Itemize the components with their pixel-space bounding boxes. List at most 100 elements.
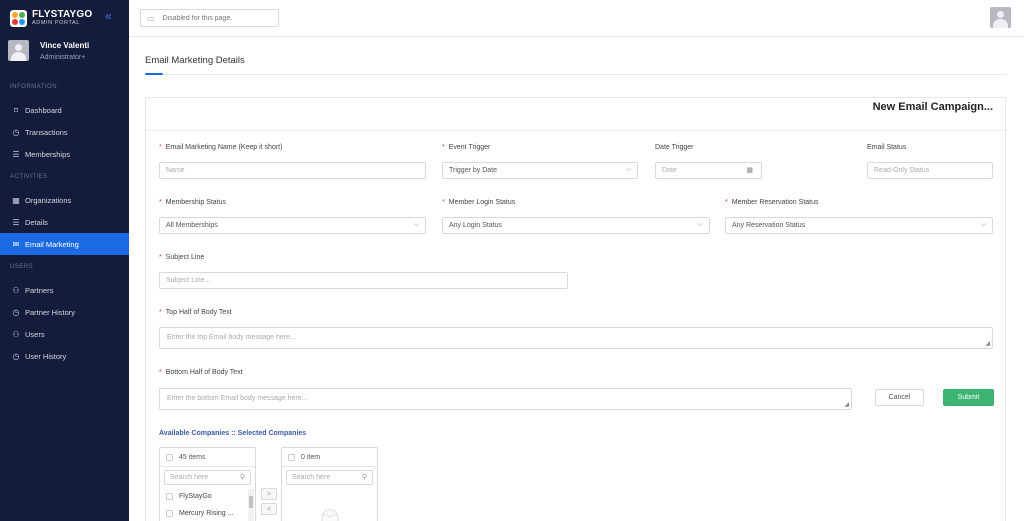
brand-title: FLYSTAYGO — [32, 9, 93, 21]
resize-grip-icon: ◢ — [985, 341, 990, 347]
membership-status-label: * Membership Status — [159, 199, 227, 206]
sidebar-item-partner-history[interactable]: ◷ Partner History — [0, 301, 129, 323]
sidebar-item-organizations[interactable]: ▦ Organizations — [0, 189, 129, 211]
sidebar-item-label: Transactions — [25, 127, 68, 137]
transfer-header: 45 items — [160, 448, 255, 467]
top-search[interactable]: ▭ — [140, 9, 279, 27]
available-companies-panel: 45 items Search here ⚲ FlyStayGo Mercury … — [159, 447, 256, 521]
sidebar-item-label: Organizations — [25, 195, 72, 205]
sidebar-item-partners[interactable]: ⚇ Partners — [0, 279, 129, 301]
chevron-down-icon: ⌵ — [980, 221, 986, 228]
collapse-sidebar-icon[interactable]: « — [105, 9, 112, 23]
sidebar-item-memberships[interactable]: ☰ Memberships — [0, 143, 129, 165]
login-status-label: * Member Login Status — [442, 199, 516, 206]
membership-status-select[interactable]: All Memberships ⌵ — [159, 217, 426, 234]
top-search-input[interactable] — [162, 14, 263, 22]
cancel-button[interactable]: Cancel — [875, 389, 924, 406]
subject-input[interactable]: Subject Line... — [159, 272, 568, 289]
email-status-label: Email Status — [867, 144, 907, 151]
search-icon: ⚲ — [239, 474, 245, 481]
section-label-activities: ACTIVITIES — [10, 174, 48, 180]
reservation-status-label: * Member Reservation Status — [725, 199, 819, 206]
reservation-status-select[interactable]: Any Reservation Status ⌵ — [725, 217, 993, 234]
bookmark-icon: ⌑ — [13, 105, 19, 115]
building-icon: ▦ — [12, 195, 20, 205]
login-status-select[interactable]: Any Login Status ⌵ — [442, 217, 710, 234]
person-icon: ⚇ — [12, 285, 20, 295]
user-profile: Vince Valenti Administrator+ — [8, 40, 89, 61]
name-input[interactable]: Name — [159, 162, 426, 179]
sidebar-item-user-history[interactable]: ◷ User History — [0, 345, 129, 367]
selected-companies-panel: 0 item Search here ⚲ — [281, 447, 378, 521]
selected-search-input[interactable]: Search here ⚲ — [286, 470, 373, 485]
list-item[interactable]: Mercury Rising ... — [160, 505, 255, 521]
person-icon: ⚇ — [12, 329, 20, 339]
chevron-down-icon: ⌵ — [413, 221, 419, 228]
user-name: Vince Valenti — [40, 40, 90, 50]
resize-grip-icon: ◢ — [844, 402, 849, 408]
brand-subtitle: ADMIN PORTAL — [32, 20, 80, 27]
sidebar-item-label: Partners — [25, 285, 54, 295]
bottom-body-label: * Bottom Half of Body Text — [159, 369, 243, 376]
email-status-input: Read-Only Status — [867, 162, 993, 179]
search-icon: ⚲ — [361, 474, 367, 481]
card-title: New Email Campaign... — [872, 101, 993, 113]
name-label: * Email Marketing Name (Keep it short) — [159, 144, 283, 151]
sidebar-item-users[interactable]: ⚇ Users — [0, 323, 129, 345]
sidebar: FLYSTAYGO ADMIN PORTAL « Vince Valenti A… — [0, 0, 129, 521]
mail-icon: ✉ — [12, 239, 20, 249]
scrollbar[interactable] — [248, 489, 254, 521]
sidebar-item-label: Details — [25, 217, 48, 227]
top-body-textarea[interactable]: Enter the top Email body message here...… — [159, 327, 993, 349]
campaign-card: New Email Campaign... * Email Marketing N… — [145, 97, 1006, 521]
brand-logo-icon — [10, 10, 27, 27]
list-icon: ☰ — [12, 217, 20, 227]
bottom-body-textarea[interactable]: Enter the bottom Email body message here… — [159, 388, 852, 410]
clock-icon: ◷ — [12, 307, 20, 317]
sidebar-item-email-marketing[interactable]: ✉ Email Marketing — [0, 233, 129, 255]
sidebar-item-label: Memberships — [25, 149, 71, 159]
sidebar-item-details[interactable]: ☰ Details — [0, 211, 129, 233]
date-trigger-label: Date Trigger — [655, 144, 694, 151]
sidebar-item-dashboard[interactable]: ⌑ Dashboard — [0, 99, 129, 121]
list-item[interactable]: FlyStayGo — [160, 488, 255, 505]
avatar — [8, 40, 29, 61]
transfer-header: 0 item — [282, 448, 377, 467]
section-label-users: USERS — [10, 264, 34, 270]
date-trigger-input[interactable]: Date ▦ — [655, 162, 762, 179]
move-left-button[interactable]: < — [261, 503, 277, 515]
event-trigger-select[interactable]: Trigger by Date ⌵ — [442, 162, 638, 179]
select-all-checkbox[interactable] — [166, 453, 173, 461]
brand-text: FLYSTAYGO ADMIN PORTAL — [32, 10, 92, 27]
sidebar-item-transactions[interactable]: ◷ Transactions — [0, 121, 129, 143]
clock-icon: ◷ — [12, 127, 20, 137]
title-accent — [145, 73, 163, 75]
chevron-down-icon: ⌵ — [697, 221, 703, 228]
page-title: Email Marketing Details — [145, 55, 245, 66]
item-checkbox — [166, 493, 173, 500]
calendar-icon: ▦ — [746, 167, 753, 174]
section-label-information: INFORMATION — [10, 84, 58, 90]
sidebar-item-label: Partner History — [25, 307, 76, 317]
list-icon: ☰ — [12, 149, 20, 159]
topbar: ▭ — [129, 0, 1024, 37]
user-role: Administrator+ — [40, 53, 86, 61]
card-divider — [146, 130, 1005, 131]
topbar-avatar[interactable] — [990, 7, 1011, 28]
briefcase-icon: ▭ — [147, 13, 155, 23]
empty-box-icon — [320, 509, 340, 521]
clock-icon: ◷ — [12, 351, 20, 361]
move-right-button[interactable]: > — [261, 488, 277, 500]
available-search-input[interactable]: Search here ⚲ — [164, 470, 251, 485]
sidebar-item-label: Users — [25, 329, 45, 339]
main-content: Email Marketing Details New Email Campai… — [129, 37, 1024, 521]
title-divider — [145, 74, 1006, 75]
select-all-checkbox[interactable] — [288, 453, 295, 461]
sidebar-item-label: Dashboard — [25, 105, 62, 115]
transfer-title: Available Companies :: Selected Companie… — [159, 430, 307, 437]
submit-button[interactable]: Submit — [943, 389, 994, 406]
sidebar-item-label: User History — [25, 351, 67, 361]
event-trigger-label: * Event Trigger — [442, 144, 491, 151]
top-body-label: * Top Half of Body Text — [159, 309, 232, 316]
chevron-down-icon: ⌵ — [625, 166, 631, 173]
